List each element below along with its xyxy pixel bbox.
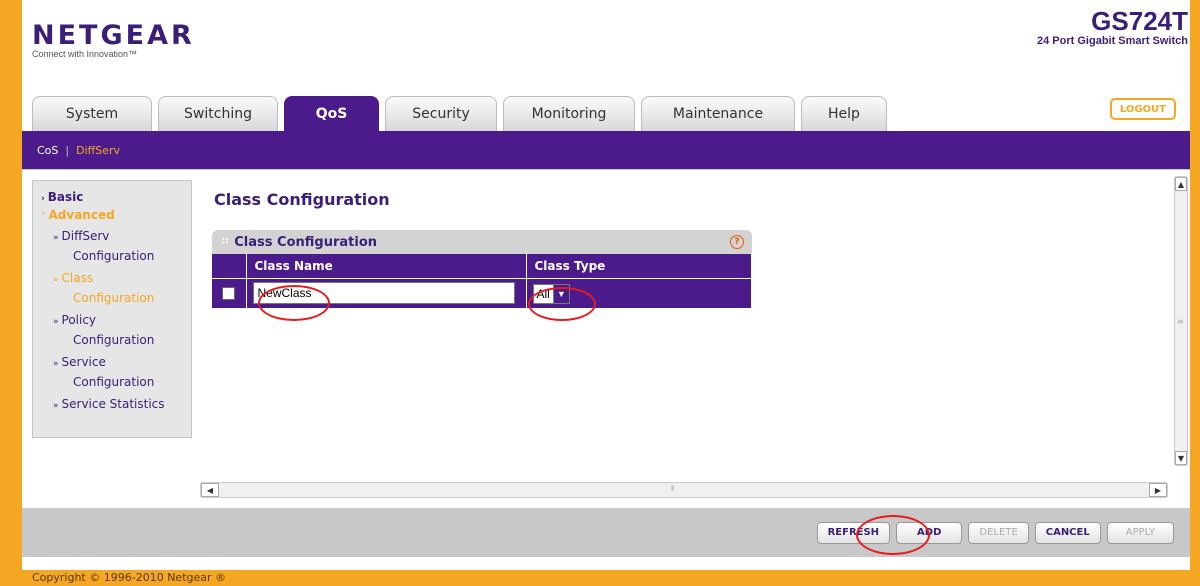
class-type-cell: All ▼ <box>526 277 752 308</box>
tab-monitoring[interactable]: Monitoring <box>503 96 635 131</box>
sidebar-item-diffserv-configuration[interactable]: » DiffServ Configuration <box>41 225 191 267</box>
class-configuration-panel: ∷ Class Configuration ? Class Name Class… <box>212 230 752 308</box>
class-type-value: All <box>536 286 550 301</box>
column-header-class-type: Class Type <box>526 254 752 278</box>
sidebar-basic-label: Basic <box>47 190 84 204</box>
subnav-separator: | <box>65 143 70 157</box>
sidebar-item-policy-configuration[interactable]: » Policy Configuration <box>41 309 191 351</box>
select-column-header <box>212 254 247 278</box>
class-name-cell: NewClass <box>246 277 527 308</box>
cancel-button[interactable]: CANCEL <box>1034 521 1101 544</box>
model-info: GS724T 24 Port Gigabit Smart Switch <box>1037 6 1188 47</box>
tab-system[interactable]: System <box>32 96 152 131</box>
table-row: NewClass All ▼ <box>212 277 752 308</box>
column-header-class-name: Class Name <box>246 254 527 278</box>
sidebar: › Basic ˅ Advanced » DiffServ Configuration … <box>32 180 192 438</box>
class-type-select[interactable]: All ▼ <box>532 283 570 304</box>
vertical-scrollbar[interactable]: ▲ ≡ ▼ <box>1174 176 1188 466</box>
delete-button[interactable]: DELETE <box>968 521 1029 544</box>
scroll-grip-icon: ≡ <box>1177 317 1184 326</box>
subnav-cos[interactable]: CoS <box>37 144 58 157</box>
sidebar-item-label: DiffServ <box>61 229 110 243</box>
main-tabs: System Switching QoS Security Monitoring… <box>32 96 893 131</box>
app-frame: NETGEAR Connect with Innovation™ GS724T … <box>22 0 1190 570</box>
sidebar-item-label: Configuration <box>73 333 155 347</box>
copyright: Copyright © 1996-2010 Netgear ® <box>32 571 227 584</box>
bullet-icon: » <box>53 401 59 411</box>
logout-button[interactable]: LOGOUT <box>1109 98 1176 120</box>
tab-switching[interactable]: Switching <box>158 96 278 131</box>
button-bar: REFRESH ADD DELETE CANCEL APPLY <box>22 508 1190 557</box>
horizontal-scrollbar[interactable]: ◀ ⦀ ▶ <box>200 482 1168 498</box>
tab-help[interactable]: Help <box>801 96 887 131</box>
select-cell <box>212 277 247 308</box>
netgear-logo: NETGEAR Connect with Innovation™ <box>32 20 195 59</box>
sidebar-advanced-label: Advanced <box>48 208 115 222</box>
class-name-input[interactable]: NewClass <box>252 282 515 305</box>
bullet-icon: » <box>53 233 59 243</box>
class-table: Class Name Class Type NewClass All ▼ <box>212 254 752 308</box>
model-name: GS724T <box>1091 6 1188 36</box>
sidebar-item-label: Service Statistics <box>61 397 165 411</box>
bullet-icon: » <box>53 317 59 327</box>
sidebar-advanced[interactable]: ˅ Advanced <box>41 207 191 225</box>
row-checkbox[interactable] <box>222 286 236 300</box>
chevron-down-icon: ▼ <box>552 284 569 303</box>
sidebar-item-class-configuration[interactable]: » Class Configuration <box>41 267 191 309</box>
sidebar-item-label: Configuration <box>73 249 155 263</box>
scroll-left-icon[interactable]: ◀ <box>201 483 219 497</box>
table-header-row: Class Name Class Type <box>212 254 752 278</box>
sidebar-item-service-configuration[interactable]: » Service Configuration <box>41 351 191 393</box>
sidebar-item-label: Configuration <box>73 291 155 305</box>
scroll-down-icon[interactable]: ▼ <box>1175 451 1187 465</box>
help-icon[interactable]: ? <box>730 235 744 249</box>
add-button[interactable]: ADD <box>896 521 963 544</box>
refresh-button[interactable]: REFRESH <box>816 521 891 544</box>
chevron-down-icon: ˅ <box>41 212 46 222</box>
sidebar-item-label: Class <box>61 271 94 285</box>
grip-icon: ∷ <box>222 237 229 247</box>
tab-qos[interactable]: QoS <box>284 96 379 131</box>
sidebar-item-label: Service <box>61 355 106 369</box>
scroll-grip-icon: ⦀ <box>671 484 675 493</box>
page-title: Class Configuration <box>214 190 390 209</box>
scroll-right-icon[interactable]: ▶ <box>1149 483 1167 497</box>
sidebar-basic[interactable]: › Basic <box>41 189 191 207</box>
sub-navigation: CoS | DiffServ <box>22 131 1190 169</box>
logo-text: NETGEAR <box>32 20 195 51</box>
tab-security[interactable]: Security <box>385 96 497 131</box>
panel-header: ∷ Class Configuration ? <box>212 230 752 254</box>
chevron-right-icon: › <box>41 194 45 204</box>
apply-button[interactable]: APPLY <box>1106 521 1174 544</box>
bullet-icon: » <box>53 359 59 369</box>
sidebar-item-label: Policy <box>61 313 97 327</box>
subnav-diffserv[interactable]: DiffServ <box>76 144 120 157</box>
scroll-up-icon[interactable]: ▲ <box>1175 177 1187 191</box>
content-area: › Basic ˅ Advanced » DiffServ Configuration … <box>22 169 1190 498</box>
sidebar-item-service-statistics[interactable]: » Service Statistics <box>41 393 191 417</box>
tab-maintenance[interactable]: Maintenance <box>641 96 795 131</box>
panel-title: Class Configuration <box>234 234 377 250</box>
bullet-icon: » <box>53 275 59 285</box>
sidebar-item-label: Configuration <box>73 375 155 389</box>
model-description: 24 Port Gigabit Smart Switch <box>1037 35 1188 47</box>
